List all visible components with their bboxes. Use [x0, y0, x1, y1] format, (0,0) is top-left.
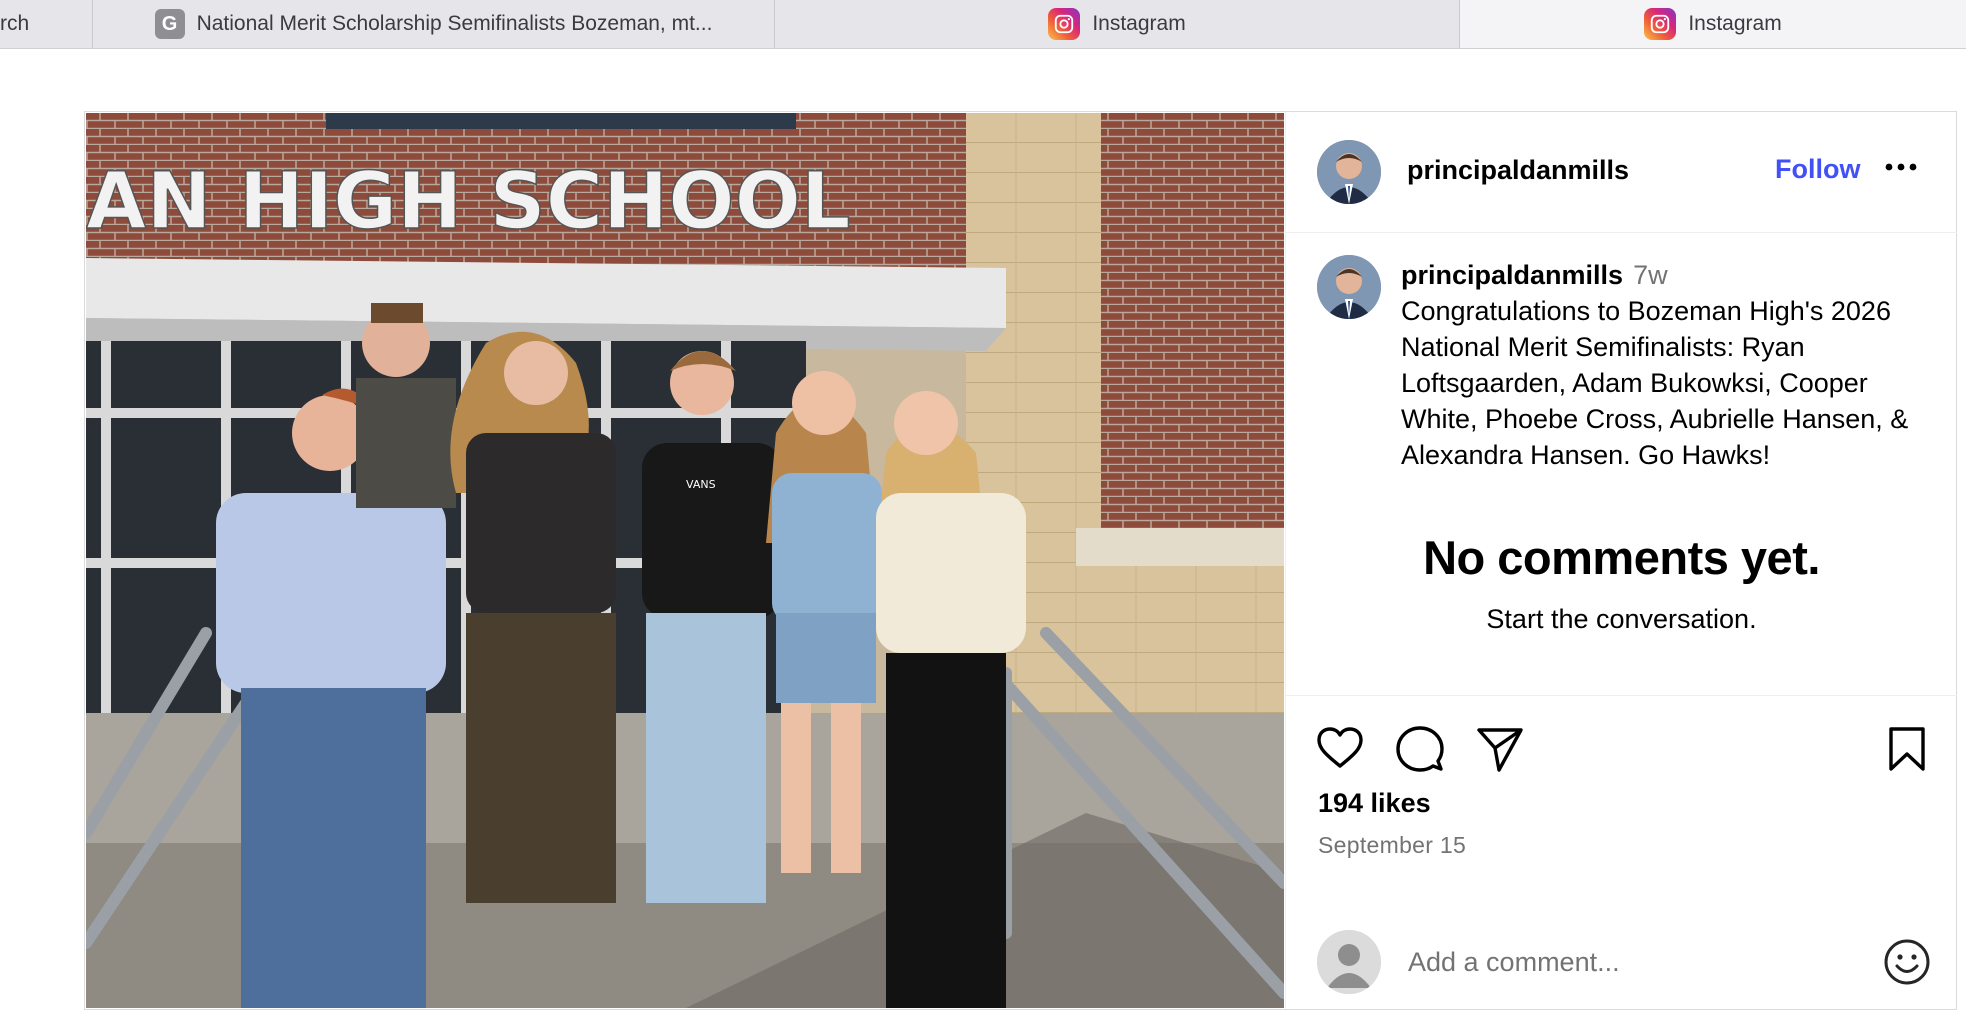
comment-bubble-icon[interactable]: [1395, 724, 1445, 774]
tab-instagram-active[interactable]: Instagram: [1460, 0, 1966, 48]
instagram-favicon-icon: [1644, 8, 1677, 40]
post-date[interactable]: September 15: [1318, 832, 1466, 859]
tab-title: National Merit Scholarship Semifinalists…: [196, 12, 713, 35]
post-caption: principaldanmills 7w Congratulations to B…: [1401, 257, 1921, 473]
no-comments-subtitle: Start the conversation.: [1486, 604, 1757, 634]
post-side-panel: principaldanmills Follow principaldanmil…: [1285, 112, 1957, 1009]
google-favicon-icon: G: [154, 9, 185, 39]
tab-title: Instagram: [1688, 12, 1782, 35]
tab-search[interactable]: rch: [0, 0, 93, 48]
caption-username[interactable]: principaldanmills: [1401, 260, 1623, 290]
school-sign-text: AN HIGH SCHOOL: [86, 157, 851, 247]
author-username[interactable]: principaldanmills: [1407, 155, 1629, 186]
smiley-icon[interactable]: [1882, 937, 1932, 987]
heart-icon[interactable]: [1315, 724, 1365, 774]
caption-author-avatar[interactable]: [1317, 255, 1381, 319]
no-comments-title: No comments yet.: [1423, 531, 1820, 584]
default-avatar-icon: [1317, 930, 1381, 994]
author-avatar[interactable]: [1317, 140, 1381, 204]
tab-title: rch: [0, 12, 30, 35]
add-comment-input[interactable]: [1408, 942, 1828, 982]
post-photo[interactable]: AN HIGH SCHOOL VANS: [86, 113, 1284, 1008]
more-options-icon[interactable]: [1884, 146, 1918, 180]
caption-text: Congratulations to Bozeman High's 2026 N…: [1401, 296, 1909, 470]
divider: [1286, 695, 1957, 696]
tab-national-merit[interactable]: G National Merit Scholarship Semifinalis…: [93, 0, 775, 48]
instagram-favicon-icon: [1048, 8, 1081, 40]
likes-count[interactable]: 194 likes: [1318, 788, 1431, 819]
tab-instagram[interactable]: Instagram: [775, 0, 1460, 48]
tab-title: Instagram: [1092, 12, 1186, 35]
post-header: principaldanmills Follow: [1286, 112, 1957, 233]
follow-button[interactable]: Follow: [1775, 154, 1860, 185]
browser-tab-bar: rch G National Merit Scholarship Semifin…: [0, 0, 1966, 49]
paper-plane-icon[interactable]: [1475, 724, 1525, 774]
bookmark-icon[interactable]: [1882, 724, 1932, 774]
add-comment-row: [1286, 912, 1957, 1009]
shirt-logo-text: VANS: [686, 478, 716, 491]
caption-timestamp[interactable]: 7w: [1633, 260, 1668, 290]
school-group-photo-illustration: AN HIGH SCHOOL VANS: [86, 113, 1284, 1008]
